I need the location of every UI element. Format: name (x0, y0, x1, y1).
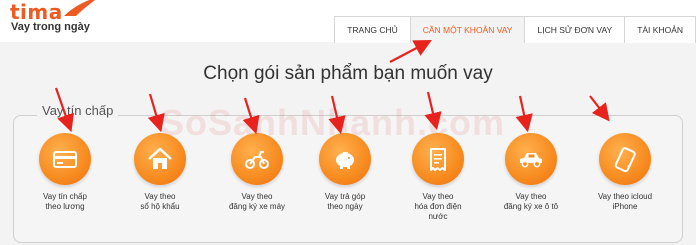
motorbike-icon (231, 133, 283, 185)
piggy-bank-icon (319, 133, 371, 185)
product-icloud-iphone-loan[interactable]: Vay theo icloud iPhone (580, 133, 670, 212)
product-daily-installment[interactable]: Vay trả góp theo ngày (300, 133, 390, 212)
phone-icon (599, 133, 651, 185)
main-nav: TRANG CHỦ CẦN MỘT KHOẢN VAY LỊCH SỬ ĐƠN … (334, 16, 696, 44)
product-label: Vay theo icloud iPhone (597, 192, 653, 211)
group-label: Vay tín chấp (37, 103, 119, 118)
tab-account[interactable]: TÀI KHOẢN (624, 16, 696, 43)
product-label: Vay theo đăng ký xe máy (228, 192, 286, 211)
credit-card-icon (39, 133, 91, 185)
top-bar: tima Vay trong ngày TRANG CHỦ CẦN MỘT KH… (0, 0, 696, 44)
tab-loan-history[interactable]: LỊCH SỬ ĐƠN VAY (524, 16, 626, 43)
tab-home[interactable]: TRANG CHỦ (334, 16, 411, 43)
product-household-loan[interactable]: Vay theo sổ hộ khẩu (115, 133, 205, 212)
page-title: Chọn gói sản phẩm bạn muốn vay (203, 63, 493, 84)
receipt-icon (412, 133, 464, 185)
logo-wing-icon (64, 0, 95, 16)
arrow-to-tab (389, 39, 432, 63)
slogan: Vay trong ngày (11, 21, 90, 33)
product-label: Vay theo đăng ký xe ô tô (503, 192, 559, 211)
tab-need-loan[interactable]: CẦN MỘT KHOẢN VAY (409, 16, 526, 43)
product-motorbike-loan[interactable]: Vay theo đăng ký xe máy (212, 133, 302, 212)
house-icon (134, 133, 186, 185)
product-label: Vay trả góp theo ngày (324, 192, 366, 211)
product-utility-bill-loan[interactable]: Vay theo hóa đơn điện nước (393, 133, 483, 222)
product-car-loan[interactable]: Vay theo đăng ký xe ô tô (486, 133, 576, 212)
product-label: Vay theo sổ hộ khẩu (140, 192, 180, 211)
product-label: Vay theo hóa đơn điện nước (414, 192, 462, 221)
product-label: Vay tín chấp theo lương (43, 192, 87, 211)
product-salary-loan[interactable]: Vay tín chấp theo lương (20, 133, 110, 212)
car-icon (505, 133, 557, 185)
